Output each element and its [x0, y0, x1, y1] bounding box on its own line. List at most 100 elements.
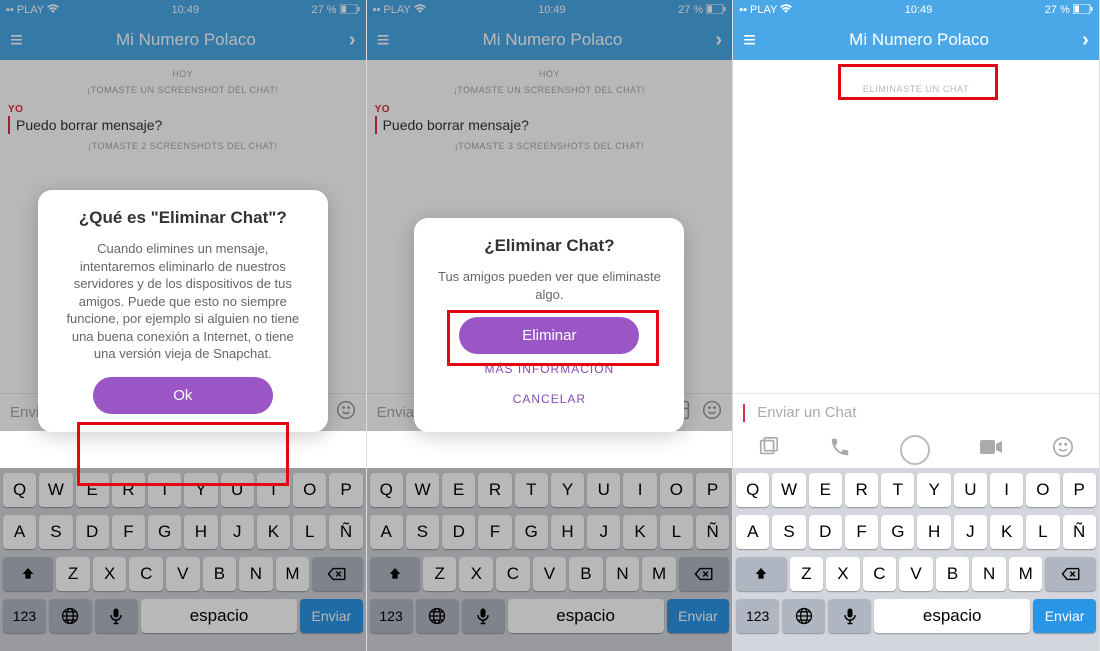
space-key[interactable]: espacio	[508, 599, 664, 633]
key-ñ[interactable]: Ñ	[329, 515, 362, 549]
key-p[interactable]: P	[329, 473, 362, 507]
key-g[interactable]: G	[148, 515, 181, 549]
keyboard[interactable]: QWERTYUIOP ASDFGHJKLÑ ZXCVBNM 123	[0, 468, 366, 651]
numbers-key[interactable]: 123	[370, 599, 413, 633]
backspace-key[interactable]	[312, 557, 362, 591]
more-info-link[interactable]: MÁS INFORMACIÓN	[436, 354, 662, 384]
key-v[interactable]: V	[166, 557, 200, 591]
shift-key[interactable]	[3, 557, 53, 591]
camera-ring-icon[interactable]	[900, 435, 930, 465]
key-o[interactable]: O	[1026, 473, 1059, 507]
key-i[interactable]: I	[990, 473, 1023, 507]
key-s[interactable]: S	[406, 515, 439, 549]
key-x[interactable]: X	[93, 557, 127, 591]
key-f[interactable]: F	[478, 515, 511, 549]
mic-key[interactable]	[828, 599, 871, 633]
smile-icon[interactable]	[336, 400, 356, 426]
key-i[interactable]: I	[623, 473, 656, 507]
key-s[interactable]: S	[772, 515, 805, 549]
key-j[interactable]: J	[587, 515, 620, 549]
smile-icon[interactable]	[702, 400, 722, 426]
key-p[interactable]: P	[1063, 473, 1096, 507]
key-t[interactable]: T	[148, 473, 181, 507]
mic-key[interactable]	[95, 599, 138, 633]
key-y[interactable]: Y	[184, 473, 217, 507]
key-f[interactable]: F	[112, 515, 145, 549]
key-p[interactable]: P	[696, 473, 729, 507]
key-d[interactable]: D	[442, 515, 475, 549]
key-d[interactable]: D	[76, 515, 109, 549]
key-e[interactable]: E	[809, 473, 842, 507]
key-y[interactable]: Y	[917, 473, 950, 507]
key-j[interactable]: J	[221, 515, 254, 549]
key-b[interactable]: B	[203, 557, 237, 591]
key-v[interactable]: V	[899, 557, 933, 591]
shift-key[interactable]	[736, 557, 786, 591]
key-k[interactable]: K	[623, 515, 656, 549]
key-n[interactable]: N	[972, 557, 1006, 591]
key-a[interactable]: A	[3, 515, 36, 549]
key-l[interactable]: L	[293, 515, 326, 549]
key-a[interactable]: A	[370, 515, 403, 549]
key-c[interactable]: C	[129, 557, 163, 591]
globe-key[interactable]	[782, 599, 825, 633]
key-m[interactable]: M	[1009, 557, 1043, 591]
key-u[interactable]: U	[587, 473, 620, 507]
key-z[interactable]: Z	[423, 557, 457, 591]
key-r[interactable]: R	[845, 473, 878, 507]
keyboard[interactable]: QWERTYUIOP ASDFGHJKLÑ ZXCVBNM 123	[367, 468, 733, 651]
key-m[interactable]: M	[642, 557, 676, 591]
mic-key[interactable]	[462, 599, 505, 633]
chat-message[interactable]: Puedo borrar mensaje?	[8, 116, 358, 134]
key-x[interactable]: X	[826, 557, 860, 591]
space-key[interactable]: espacio	[874, 599, 1030, 633]
key-n[interactable]: N	[606, 557, 640, 591]
key-i[interactable]: I	[257, 473, 290, 507]
key-h[interactable]: H	[917, 515, 950, 549]
backspace-key[interactable]	[679, 557, 729, 591]
key-r[interactable]: R	[478, 473, 511, 507]
key-r[interactable]: R	[112, 473, 145, 507]
key-x[interactable]: X	[459, 557, 493, 591]
key-g[interactable]: G	[881, 515, 914, 549]
key-l[interactable]: L	[1026, 515, 1059, 549]
key-y[interactable]: Y	[551, 473, 584, 507]
key-k[interactable]: K	[257, 515, 290, 549]
key-w[interactable]: W	[39, 473, 72, 507]
key-g[interactable]: G	[515, 515, 548, 549]
shift-key[interactable]	[370, 557, 420, 591]
chat-message[interactable]: Puedo borrar mensaje?	[375, 116, 725, 134]
key-d[interactable]: D	[809, 515, 842, 549]
key-o[interactable]: O	[660, 473, 693, 507]
key-q[interactable]: Q	[370, 473, 403, 507]
key-h[interactable]: H	[184, 515, 217, 549]
cancel-link[interactable]: CANCELAR	[436, 384, 662, 414]
key-l[interactable]: L	[660, 515, 693, 549]
space-key[interactable]: espacio	[141, 599, 297, 633]
key-q[interactable]: Q	[3, 473, 36, 507]
send-key[interactable]: Enviar	[667, 599, 729, 633]
chevron-right-icon[interactable]: ›	[1082, 29, 1089, 52]
key-m[interactable]: M	[276, 557, 310, 591]
menu-icon[interactable]: ≡	[10, 27, 23, 53]
key-e[interactable]: E	[442, 473, 475, 507]
key-u[interactable]: U	[221, 473, 254, 507]
numbers-key[interactable]: 123	[736, 599, 779, 633]
key-u[interactable]: U	[954, 473, 987, 507]
key-f[interactable]: F	[845, 515, 878, 549]
key-ñ[interactable]: Ñ	[1063, 515, 1096, 549]
video-icon[interactable]	[979, 438, 1003, 461]
key-k[interactable]: K	[990, 515, 1023, 549]
key-c[interactable]: C	[863, 557, 897, 591]
key-v[interactable]: V	[533, 557, 567, 591]
key-b[interactable]: B	[936, 557, 970, 591]
key-c[interactable]: C	[496, 557, 530, 591]
chat-input[interactable]	[757, 404, 1089, 421]
keyboard[interactable]: QWERTYUIOP ASDFGHJKLÑ ZXCVBNM 123 espaci…	[733, 468, 1099, 651]
key-t[interactable]: T	[881, 473, 914, 507]
key-a[interactable]: A	[736, 515, 769, 549]
key-ñ[interactable]: Ñ	[696, 515, 729, 549]
menu-icon[interactable]: ≡	[743, 27, 756, 53]
smile-icon[interactable]	[1052, 436, 1074, 463]
key-b[interactable]: B	[569, 557, 603, 591]
